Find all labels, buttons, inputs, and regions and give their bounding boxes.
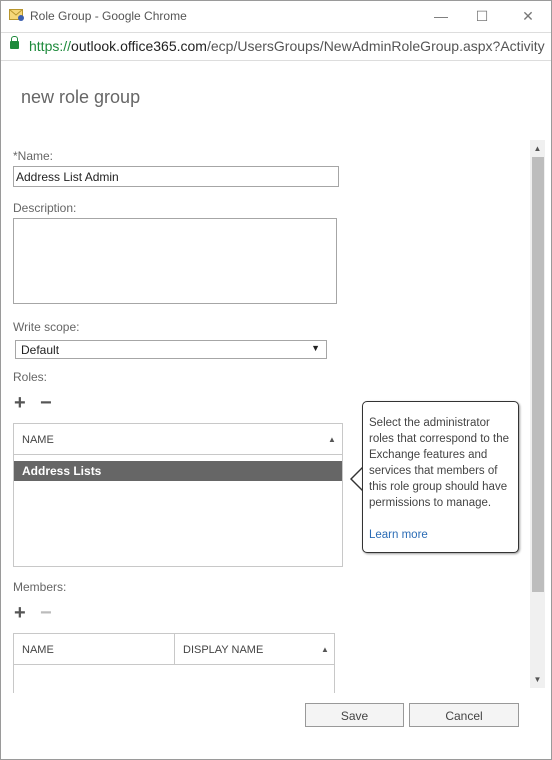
- roles-grid-header: NAME ▲: [14, 424, 342, 455]
- address-bar[interactable]: https://outlook.office365.com/ecp/UsersG…: [1, 32, 551, 61]
- name-input[interactable]: Address List Admin: [13, 166, 339, 187]
- help-tooltip: Select the administrator roles that corr…: [362, 401, 519, 553]
- table-row-selected[interactable]: Address Lists: [14, 461, 342, 481]
- write-scope-value: Default: [21, 343, 60, 357]
- members-grid-header: NAME DISPLAY NAME ▲: [14, 634, 334, 665]
- close-button[interactable]: ✕: [514, 5, 542, 27]
- remove-role-button[interactable]: −: [40, 393, 52, 413]
- write-scope-label: Write scope:: [13, 320, 80, 334]
- page-title: new role group: [21, 87, 141, 107]
- column-header-name[interactable]: NAME: [22, 644, 54, 656]
- write-scope-select[interactable]: Default ▼: [15, 340, 327, 359]
- scrollbar-thumb[interactable]: [532, 157, 544, 592]
- scroll-up-icon[interactable]: ▲: [530, 144, 545, 153]
- name-label: *Name:: [13, 149, 54, 163]
- add-role-button[interactable]: +: [14, 393, 26, 413]
- dropdown-arrow-icon: ▼: [311, 343, 320, 353]
- maximize-button[interactable]: ☐: [468, 5, 496, 27]
- column-divider: [174, 634, 175, 665]
- minimize-button[interactable]: —: [427, 5, 455, 27]
- save-button[interactable]: Save: [305, 703, 404, 727]
- cancel-button[interactable]: Cancel: [409, 703, 519, 727]
- app-envelope-icon: [9, 9, 24, 21]
- tooltip-text: Select the administrator roles that corr…: [369, 417, 509, 509]
- sort-ascending-icon[interactable]: ▲: [321, 645, 329, 654]
- add-member-button[interactable]: +: [14, 603, 26, 623]
- column-header-name[interactable]: NAME: [22, 434, 54, 446]
- learn-more-link[interactable]: Learn more: [369, 529, 428, 541]
- window-title: Role Group - Google Chrome: [30, 9, 187, 23]
- scroll-down-icon[interactable]: ▼: [530, 675, 545, 684]
- column-header-display-name[interactable]: DISPLAY NAME: [183, 644, 263, 656]
- roles-grid: NAME ▲ Address Lists: [13, 423, 343, 567]
- browser-window: Role Group - Google Chrome — ☐ ✕ https:/…: [0, 0, 552, 760]
- lock-icon: [10, 36, 19, 49]
- url-domain: outlook.office365.com: [71, 38, 207, 54]
- url-path: /ecp/UsersGroups/NewAdminRoleGroup.aspx?…: [206, 38, 545, 54]
- url-text[interactable]: https://outlook.office365.com/ecp/UsersG…: [29, 38, 545, 54]
- members-label: Members:: [13, 580, 67, 594]
- remove-member-button[interactable]: −: [40, 603, 52, 623]
- vertical-scrollbar[interactable]: ▲ ▼: [530, 140, 545, 688]
- title-bar: Role Group - Google Chrome — ☐ ✕: [1, 1, 551, 32]
- sort-ascending-icon[interactable]: ▲: [328, 435, 336, 444]
- members-grid: NAME DISPLAY NAME ▲: [13, 633, 335, 693]
- description-label: Description:: [13, 201, 77, 215]
- roles-label: Roles:: [13, 370, 48, 384]
- description-textarea[interactable]: [13, 218, 337, 304]
- url-scheme: https://: [29, 38, 72, 54]
